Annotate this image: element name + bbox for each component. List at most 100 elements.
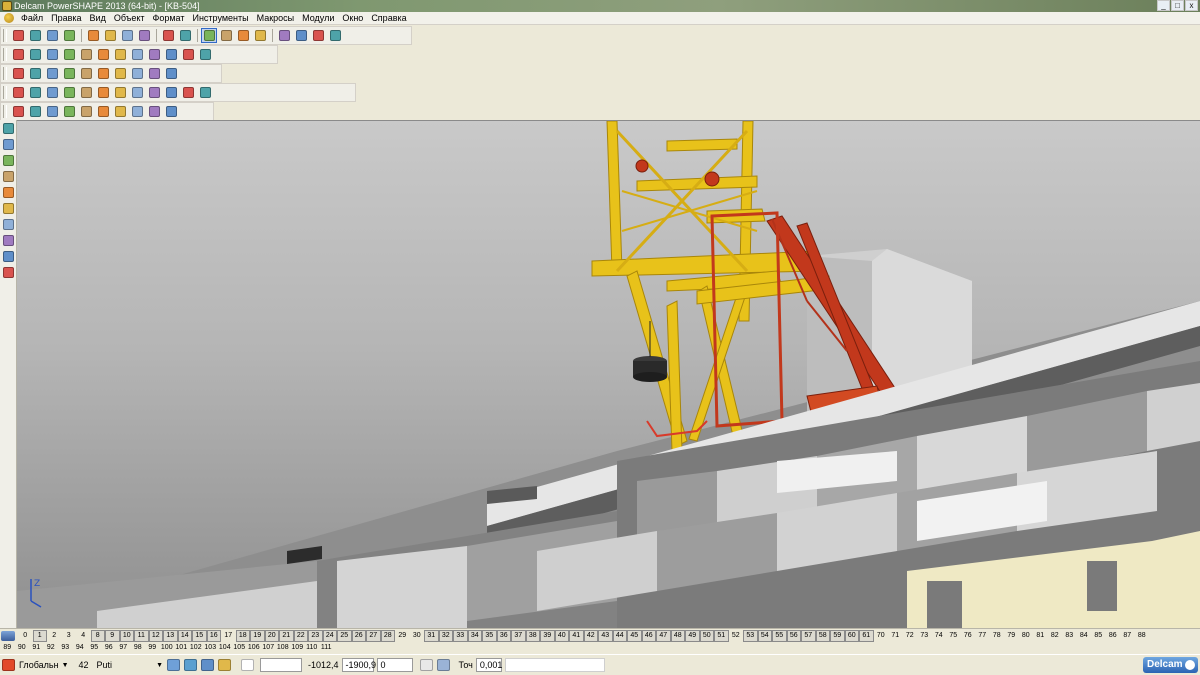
level-toggle[interactable]: 36 [496,630,511,642]
view-iso-button[interactable] [61,47,77,62]
level-toggle[interactable]: 95 [87,643,102,653]
level-toggle[interactable]: 54 [757,630,772,642]
level-toggle[interactable]: 110 [305,643,320,653]
level-toggle[interactable]: 49 [685,630,700,642]
toolbar-grip[interactable] [3,29,7,42]
redo-button[interactable] [177,28,193,43]
solid-extrude-button[interactable] [95,85,111,100]
level-toggle[interactable]: 22 [293,630,308,642]
green-arrow-button[interactable] [95,66,111,81]
line-button[interactable] [1,153,16,168]
toolbar-grip[interactable] [3,105,7,118]
level-toggle[interactable]: 2 [47,631,62,641]
menu-tools[interactable]: Инструменты [188,12,252,25]
solid-torus-button[interactable] [78,85,94,100]
level-toggle[interactable]: 51 [714,630,729,642]
level-toggle[interactable]: 16 [206,630,221,642]
level-toggle[interactable]: 105 [232,643,247,653]
undo-button[interactable] [160,28,176,43]
snap-midpoint-icon[interactable] [201,659,214,671]
red-ball-button[interactable] [78,66,94,81]
level-toggle[interactable]: 40 [554,630,569,642]
level-select[interactable]: 42 Puti ▼ [77,658,165,672]
shape-button[interactable] [44,66,60,81]
level-toggle[interactable]: 35 [482,630,497,642]
level-toggle[interactable]: 21 [279,630,294,642]
solid-sphere-button[interactable] [61,85,77,100]
level-toggle[interactable]: 38 [525,630,540,642]
level-toggle[interactable]: 48 [670,630,685,642]
level-toggle[interactable]: 60 [844,630,859,642]
boolean-subtract-button[interactable] [129,85,145,100]
level-toggle[interactable]: 87 [1120,631,1135,641]
light-button[interactable] [197,47,213,62]
fillet-button[interactable] [163,85,179,100]
text-button[interactable] [252,28,268,43]
level-toggle[interactable]: 13 [163,630,178,642]
level-toggle[interactable]: 96 [102,643,117,653]
zoom-box-button[interactable] [112,47,128,62]
dimension-button[interactable] [1,233,16,248]
level-toggle[interactable]: 86 [1106,631,1121,641]
level-toggle[interactable]: 58 [815,630,830,642]
calculator-button[interactable] [10,66,26,81]
box-button[interactable] [129,66,145,81]
menu-modules[interactable]: Модули [298,12,338,25]
arc-button[interactable] [235,28,251,43]
level-toggle[interactable]: 24 [322,630,337,642]
level-toggle[interactable]: 23 [308,630,323,642]
level-toggle[interactable]: 1 [32,630,47,642]
level-toggle[interactable]: 14 [177,630,192,642]
level-toggle[interactable]: 9 [105,630,120,642]
level-toggle[interactable]: 79 [1004,631,1019,641]
level-toggle[interactable]: 57 [801,630,816,642]
level-toggle[interactable]: 94 [73,643,88,653]
level-toggle[interactable]: 41 [569,630,584,642]
gear-button[interactable] [163,66,179,81]
level-toggle[interactable]: 8 [90,630,105,642]
layers-button[interactable] [1,137,16,152]
zoom-in-button[interactable] [78,47,94,62]
solid-cylinder-button[interactable] [27,85,43,100]
level-toggle[interactable]: 12 [148,630,163,642]
workplane-icon[interactable] [2,659,15,671]
level-toggle[interactable]: 10 [119,630,134,642]
snap-grid-icon[interactable] [167,659,180,671]
cube-button[interactable] [146,66,162,81]
wireframe-button[interactable] [310,28,326,43]
document-button[interactable] [27,66,43,81]
menu-file[interactable]: Файл [17,12,47,25]
level-toggle[interactable]: 104 [218,643,233,653]
level-toggle[interactable]: 70 [874,631,889,641]
zoom-all-button[interactable] [129,47,145,62]
menu-help[interactable]: Справка [367,12,410,25]
solid-button[interactable] [1,217,16,232]
level-toggle[interactable]: 92 [44,643,59,653]
solid-button[interactable] [276,28,292,43]
scale-button[interactable] [61,104,77,119]
polygon-button[interactable] [1,201,16,216]
rotate-button[interactable] [44,104,60,119]
open-button[interactable] [27,28,43,43]
level-toggle[interactable]: 77 [975,631,990,641]
level-toggle[interactable]: 99 [145,643,160,653]
level-toggle[interactable]: 85 [1091,631,1106,641]
level-toggle[interactable]: 91 [29,643,44,653]
menu-format[interactable]: Формат [149,12,189,25]
level-toggle[interactable]: 109 [290,643,305,653]
level-toggle[interactable]: 4 [76,631,91,641]
menu-edit[interactable]: Правка [47,12,85,25]
level-toggle[interactable]: 27 [366,630,381,642]
model-viewport[interactable]: Z [17,120,1200,628]
level-toggle[interactable]: 19 [250,630,265,642]
view-top-button[interactable] [10,47,26,62]
level-toggle[interactable]: 15 [192,630,207,642]
select-button[interactable] [1,121,16,136]
level-toggle[interactable]: 61 [859,630,874,642]
level-toggle[interactable]: 28 [380,630,395,642]
circle-button[interactable] [218,28,234,43]
level-toggle[interactable]: 111 [319,643,334,653]
level-toggle[interactable]: 26 [351,630,366,642]
pen-button[interactable] [163,104,179,119]
mirror-button[interactable] [27,104,43,119]
